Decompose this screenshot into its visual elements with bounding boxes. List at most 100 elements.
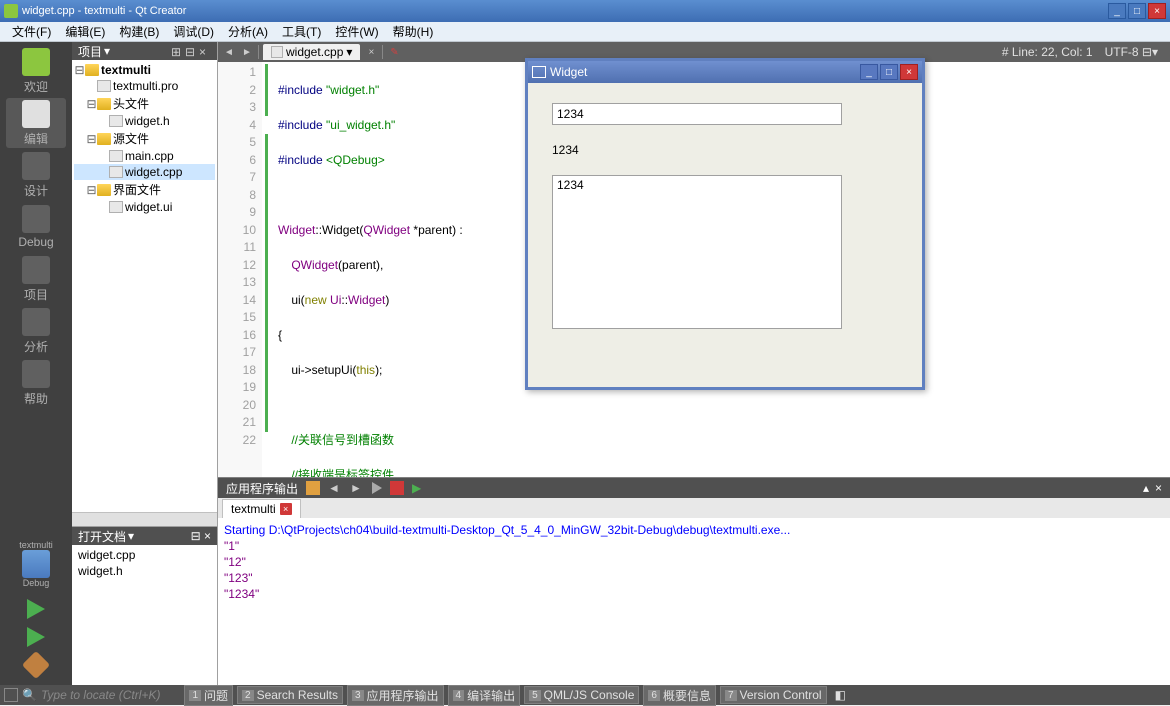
progress-toggle-icon[interactable]: ◧ [835, 688, 846, 702]
sb-app-output[interactable]: 3应用程序输出 [347, 685, 444, 706]
bookmark-icon[interactable]: ✎ [387, 45, 401, 59]
output-body[interactable]: Starting D:\QtProjects\ch04\build-textmu… [218, 518, 1170, 685]
debug-icon [22, 205, 50, 233]
menu-analyze[interactable]: 分析(A) [222, 21, 274, 42]
split-icon[interactable]: ⊟ [191, 529, 201, 543]
widget-maximize-button[interactable]: □ [880, 64, 898, 80]
doc-item[interactable]: widget.h [74, 563, 215, 579]
target-config-label: Debug [23, 578, 50, 588]
separator [258, 45, 259, 59]
menu-help[interactable]: 帮助(H) [387, 21, 440, 42]
widget-window[interactable]: Widget _ □ × 1234 1234 [525, 58, 925, 390]
sb-compile[interactable]: 4编译输出 [448, 685, 521, 706]
mode-analyze[interactable]: 分析 [6, 306, 66, 356]
tree-widget-h[interactable]: widget.h [74, 113, 215, 129]
menu-edit[interactable]: 编辑(E) [59, 21, 111, 42]
dropdown-icon[interactable]: ▾ [128, 529, 134, 543]
target-selector[interactable]: textmulti Debug [6, 539, 66, 589]
forward-button[interactable]: ► [240, 45, 254, 59]
monitor-icon [22, 550, 50, 578]
search-icon: 🔍 [22, 688, 37, 702]
sb-general[interactable]: 6概要信息 [643, 685, 716, 706]
sb-search[interactable]: 2Search Results [237, 686, 343, 704]
menu-file[interactable]: 文件(F) [6, 21, 57, 42]
doc-item[interactable]: widget.cpp [74, 547, 215, 563]
dropdown-icon[interactable]: ▾ [346, 45, 352, 59]
run-button[interactable] [27, 599, 45, 619]
analyze-icon [22, 308, 50, 336]
folder-icon [97, 184, 111, 196]
tree-root[interactable]: ⊟textmulti [74, 62, 215, 78]
tree-headers[interactable]: ⊟头文件 [74, 94, 215, 113]
widget-close-button[interactable]: × [900, 64, 918, 80]
project-tree[interactable]: ⊟textmulti textmulti.pro ⊟头文件 widget.h ⊟… [72, 60, 217, 512]
edit-icon [22, 100, 50, 128]
next-icon[interactable]: ► [350, 481, 364, 495]
output-header: 应用程序输出 ◄ ► ▶ ▴ × [218, 478, 1170, 498]
line-col-label[interactable]: # Line: 22, Col: 1 [1002, 45, 1093, 59]
project-header-label[interactable]: 项目 [78, 43, 102, 60]
tab-label: widget.cpp [286, 45, 343, 59]
tab-close-button[interactable]: × [364, 45, 378, 59]
widget-minimize-button[interactable]: _ [860, 64, 878, 80]
close-tab-icon[interactable]: × [280, 503, 292, 515]
separator [382, 45, 383, 59]
fold-bar[interactable] [262, 62, 272, 477]
sb-qml[interactable]: 5QML/JS Console [524, 686, 639, 704]
minimize-panel-icon[interactable]: ▴ [1143, 481, 1149, 495]
split-icon[interactable]: ⊟ [185, 45, 197, 57]
menu-widgets[interactable]: 控件(W) [329, 21, 384, 42]
rerun-icon[interactable] [306, 481, 320, 495]
filter-icon[interactable]: ⊞ [171, 45, 183, 57]
output-title: 应用程序输出 [226, 480, 298, 497]
mode-projects[interactable]: 项目 [6, 254, 66, 304]
window-icon [532, 66, 546, 78]
open-documents: 打开文档 ▾ ⊟ × widget.cpp widget.h [72, 526, 217, 685]
minimize-button[interactable]: _ [1108, 3, 1126, 19]
open-docs-label: 打开文档 [78, 528, 126, 545]
output-tab[interactable]: textmulti × [222, 499, 301, 518]
tree-widget-ui[interactable]: widget.ui [74, 199, 215, 215]
tree-main-cpp[interactable]: main.cpp [74, 148, 215, 164]
encoding-label[interactable]: UTF-8 ⊟▾ [1105, 45, 1158, 59]
mode-help[interactable]: 帮助 [6, 358, 66, 408]
tree-scrollbar[interactable] [72, 512, 217, 526]
build-button[interactable] [22, 651, 50, 679]
mode-welcome-label: 欢迎 [24, 78, 48, 95]
run-tools: textmulti Debug [6, 539, 66, 685]
close-icon[interactable]: × [204, 529, 211, 543]
sb-vcs[interactable]: 7Version Control [720, 686, 827, 704]
attach-icon[interactable]: ▶ [412, 481, 426, 495]
tree-pro[interactable]: textmulti.pro [74, 78, 215, 94]
sb-issues[interactable]: 1问题 [184, 685, 233, 706]
menu-debug[interactable]: 调试(D) [167, 21, 220, 42]
close-panel-icon[interactable]: × [1155, 481, 1162, 495]
play-icon[interactable] [372, 482, 382, 494]
mode-edit[interactable]: 编辑 [6, 98, 66, 148]
back-button[interactable]: ◄ [222, 45, 236, 59]
window-controls: _ □ × [1108, 3, 1166, 19]
output-line: "1234" [224, 586, 1164, 602]
line-edit-input[interactable] [552, 103, 842, 125]
tree-forms[interactable]: ⊟界面文件 [74, 180, 215, 199]
text-browser-widget[interactable]: 1234 [552, 175, 842, 329]
widget-titlebar[interactable]: Widget _ □ × [528, 61, 922, 83]
sidebar-toggle-icon[interactable] [4, 688, 18, 702]
mode-debug[interactable]: Debug [6, 202, 66, 252]
maximize-button[interactable]: □ [1128, 3, 1146, 19]
debug-run-button[interactable] [27, 627, 45, 647]
editor-tab[interactable]: widget.cpp ▾ [263, 44, 360, 60]
tree-sources-label: 源文件 [113, 130, 149, 147]
menu-build[interactable]: 构建(B) [113, 21, 165, 42]
mode-design[interactable]: 设计 [6, 150, 66, 200]
stop-icon[interactable] [390, 481, 404, 495]
prev-icon[interactable]: ◄ [328, 481, 342, 495]
tree-sources[interactable]: ⊟源文件 [74, 129, 215, 148]
dropdown-icon[interactable]: ▾ [104, 44, 110, 58]
tree-widget-cpp[interactable]: widget.cpp [74, 164, 215, 180]
locator-input[interactable]: Type to locate (Ctrl+K) [41, 688, 160, 702]
close-button[interactable]: × [1148, 3, 1166, 19]
close-panel-icon[interactable]: × [199, 45, 211, 57]
mode-welcome[interactable]: 欢迎 [6, 46, 66, 96]
menu-tools[interactable]: 工具(T) [276, 21, 327, 42]
